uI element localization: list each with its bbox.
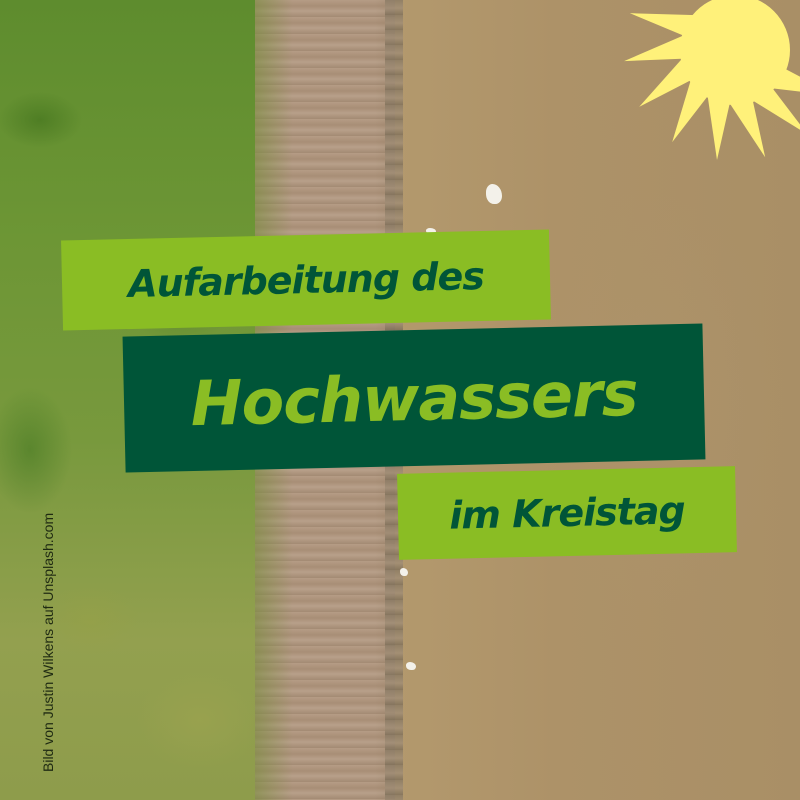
bird	[406, 662, 416, 670]
title-line-1: Aufarbeitung des	[61, 229, 551, 331]
title-line-3: im Kreistag	[397, 466, 737, 560]
photo-credit: Bild von Justin Wilkens auf Unsplash.com	[40, 512, 56, 772]
title-line-2: Hochwassers	[122, 323, 706, 473]
bird	[400, 568, 408, 576]
sunflower-icon	[624, 0, 800, 160]
